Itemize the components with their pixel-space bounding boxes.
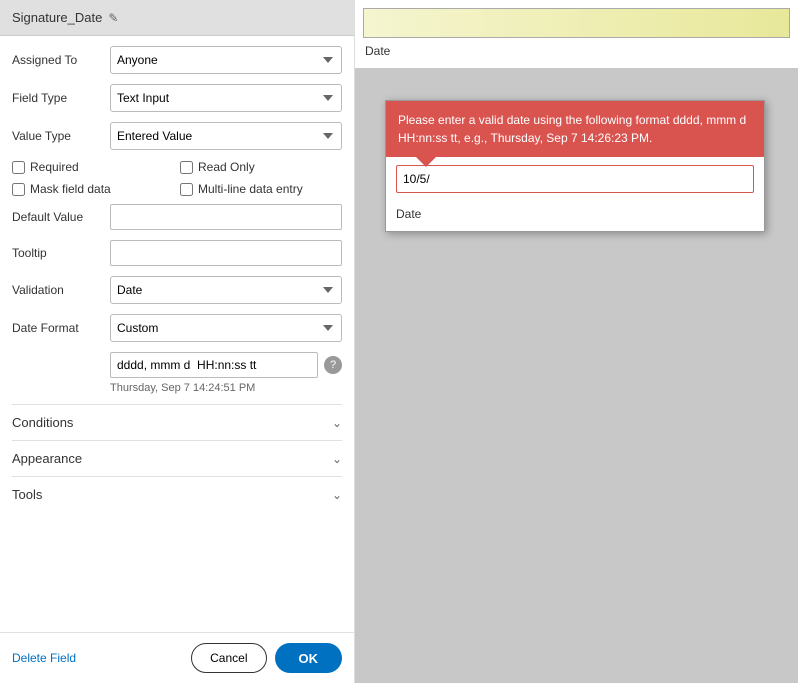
appearance-section: Appearance ⌄ — [12, 440, 342, 476]
required-checkbox[interactable] — [12, 161, 25, 174]
read-only-checkbox-item: Read Only — [180, 160, 342, 174]
help-icon[interactable]: ? — [324, 356, 342, 374]
right-area: Date Please enter a valid date using the… — [355, 0, 798, 683]
date-field-bar — [363, 8, 790, 38]
value-type-row: Value Type Entered ValueCalculated — [12, 122, 342, 150]
checkboxes-row-2: Mask field data Multi-line data entry — [12, 182, 342, 196]
left-panel: Signature_Date ✎ Assigned To AnyoneSpeci… — [0, 0, 355, 683]
date-format-label: Date Format — [12, 321, 102, 335]
tooltip-input[interactable] — [110, 240, 342, 266]
validation-row: Validation DateNoneNumber — [12, 276, 342, 304]
tooltip-label: Tooltip — [12, 246, 102, 260]
edit-icon[interactable]: ✎ — [108, 11, 118, 25]
value-type-label: Value Type — [12, 129, 102, 143]
appearance-chevron-icon: ⌄ — [332, 452, 342, 466]
required-label: Required — [30, 160, 79, 174]
read-only-checkbox[interactable] — [180, 161, 193, 174]
conditions-section: Conditions ⌄ — [12, 404, 342, 440]
read-only-label: Read Only — [198, 160, 255, 174]
date-label-top: Date — [365, 44, 390, 58]
validation-label: Validation — [12, 283, 102, 297]
panel-body: Assigned To AnyoneSpecific User Field Ty… — [0, 36, 354, 632]
conditions-label: Conditions — [12, 415, 73, 430]
tooltip-input-row — [386, 157, 764, 201]
date-preview: Thursday, Sep 7 14:24:51 PM — [110, 382, 342, 394]
field-type-row: Field Type Text InputDateSignature — [12, 84, 342, 112]
conditions-header[interactable]: Conditions ⌄ — [12, 405, 342, 440]
value-type-select[interactable]: Entered ValueCalculated — [110, 122, 342, 150]
cancel-button[interactable]: Cancel — [191, 643, 266, 673]
field-name-title: Signature_Date — [12, 10, 102, 25]
tools-header[interactable]: Tools ⌄ — [12, 477, 342, 512]
date-format-pattern-row: ? — [110, 352, 342, 378]
panel-title-row: Signature_Date ✎ — [12, 10, 118, 25]
assigned-to-row: Assigned To AnyoneSpecific User — [12, 46, 342, 74]
date-field-preview: Date — [355, 0, 798, 60]
default-value-label: Default Value — [12, 210, 102, 224]
tooltip-popup: Please enter a valid date using the foll… — [385, 100, 765, 232]
validation-select[interactable]: DateNoneNumber — [110, 276, 342, 304]
mask-field-checkbox-item: Mask field data — [12, 182, 174, 196]
mask-field-checkbox[interactable] — [12, 183, 25, 196]
assigned-to-select[interactable]: AnyoneSpecific User — [110, 46, 342, 74]
appearance-label: Appearance — [12, 451, 82, 466]
multi-line-checkbox[interactable] — [180, 183, 193, 196]
footer-buttons: Cancel OK — [191, 643, 342, 673]
default-value-input[interactable] — [110, 204, 342, 230]
conditions-chevron-icon: ⌄ — [332, 416, 342, 430]
date-format-pattern-input[interactable] — [110, 352, 318, 378]
field-type-select[interactable]: Text InputDateSignature — [110, 84, 342, 112]
mask-field-label: Mask field data — [30, 182, 111, 196]
tools-label: Tools — [12, 487, 42, 502]
tools-chevron-icon: ⌄ — [332, 488, 342, 502]
field-type-label: Field Type — [12, 91, 102, 105]
default-value-row: Default Value — [12, 204, 342, 230]
date-format-row: Date Format CustomShortLong — [12, 314, 342, 342]
tooltip-row: Tooltip — [12, 240, 342, 266]
ok-button[interactable]: OK — [275, 643, 343, 673]
delete-field-link[interactable]: Delete Field — [12, 651, 76, 665]
panel-header: Signature_Date ✎ — [0, 0, 354, 36]
appearance-header[interactable]: Appearance ⌄ — [12, 441, 342, 476]
panel-footer: Delete Field Cancel OK — [0, 632, 354, 683]
tooltip-date-input[interactable] — [396, 165, 754, 193]
tooltip-date-label: Date — [386, 201, 764, 231]
tooltip-error-message: Please enter a valid date using the foll… — [386, 101, 764, 157]
date-format-select[interactable]: CustomShortLong — [110, 314, 342, 342]
checkboxes-row-1: Required Read Only — [12, 160, 342, 174]
error-text: Please enter a valid date using the foll… — [398, 113, 746, 145]
assigned-to-label: Assigned To — [12, 53, 102, 67]
multi-line-checkbox-item: Multi-line data entry — [180, 182, 342, 196]
multi-line-label: Multi-line data entry — [198, 182, 303, 196]
tools-section: Tools ⌄ — [12, 476, 342, 512]
required-checkbox-item: Required — [12, 160, 174, 174]
